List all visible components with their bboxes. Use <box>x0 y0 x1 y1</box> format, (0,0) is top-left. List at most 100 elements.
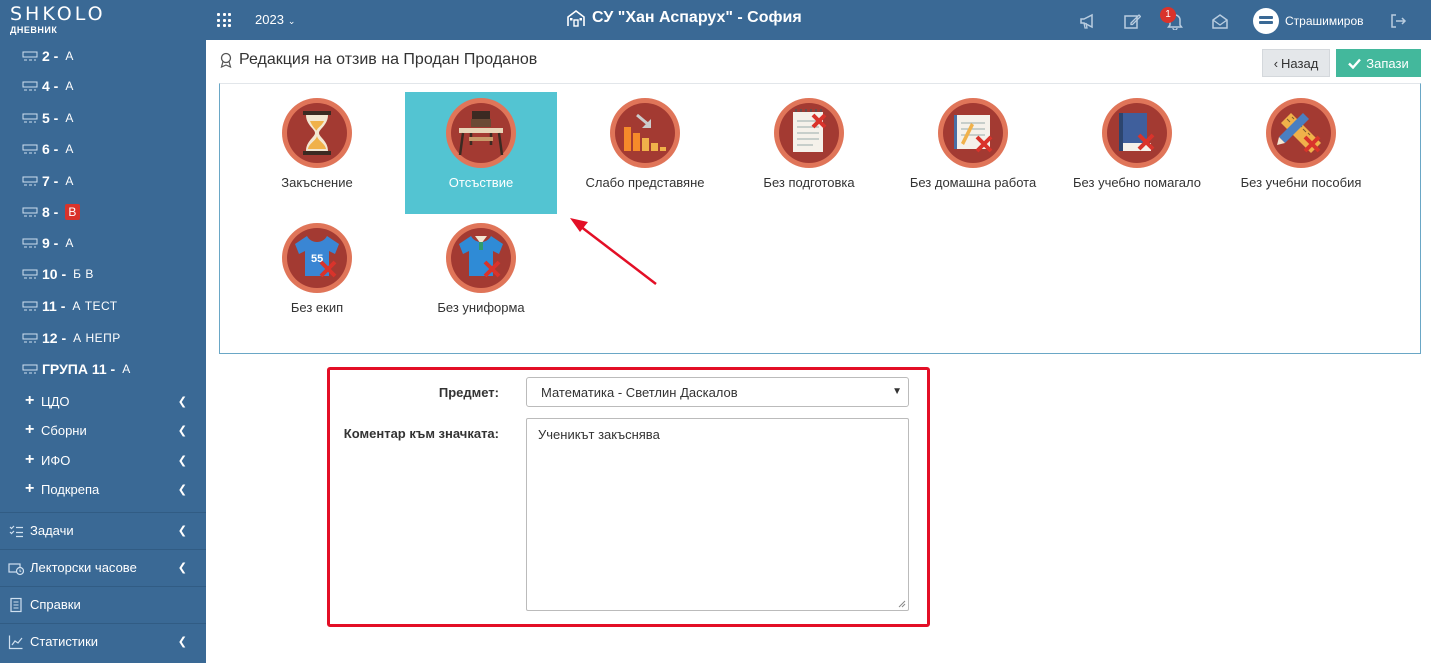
apps-grid-icon[interactable] <box>217 13 231 27</box>
class-section[interactable]: А <box>65 174 74 188</box>
sidebar-group-cdo[interactable]: + ЦДО ❮ <box>25 387 195 415</box>
annotation-arrow <box>570 218 657 285</box>
declining-chart-icon <box>610 98 680 168</box>
page-title-text: Редакция на отзив на Продан Проданов <box>239 51 538 68</box>
sidebar-item-statistics[interactable]: Статистики ❮ <box>0 623 206 659</box>
sidebar: 2 - А 4 - А 5 - А 6 - А 7 - А 8 - В 9 - … <box>0 40 206 663</box>
sidebar-class-7[interactable]: 7 - А <box>22 167 74 195</box>
edit-icon[interactable] <box>1123 12 1141 30</box>
user-menu[interactable]: Страшимиров <box>1253 8 1364 34</box>
notepad-cross-icon <box>774 98 844 168</box>
empty-desk-icon <box>446 98 516 168</box>
sidebar-class-12[interactable]: 12 - А НЕПР <box>22 324 121 352</box>
classroom-icon <box>22 333 38 343</box>
avatar <box>1253 8 1279 34</box>
resize-grip-icon[interactable] <box>898 600 906 608</box>
sidebar-class-11[interactable]: 11 - А ТЕСТ <box>22 292 118 320</box>
badge-card-no-textbook[interactable]: Без учебно помагало <box>1061 92 1213 214</box>
classroom-icon <box>22 207 38 217</box>
chevron-left-icon: ❮ <box>177 424 187 437</box>
badge-card-late[interactable]: Закъснение <box>241 92 393 214</box>
class-section[interactable]: Б В <box>73 267 94 281</box>
sidebar-item-reports[interactable]: Справки <box>0 586 206 622</box>
classroom-icon <box>22 81 38 91</box>
classroom-icon <box>22 238 38 248</box>
classroom-icon <box>22 301 38 311</box>
lecture-hours-icon <box>8 562 24 575</box>
sidebar-class-9[interactable]: 9 - А <box>22 229 74 257</box>
task-list-icon <box>9 525 23 537</box>
document-icon <box>10 597 22 612</box>
school-name: СУ "Хан Аспарух" - София <box>592 9 802 26</box>
badge-label: Без екип <box>290 300 344 315</box>
sidebar-group-11[interactable]: ГРУПА 11 - А <box>22 355 131 383</box>
sidebar-item-lecture-hours[interactable]: Лекторски часове ❮ <box>0 549 206 585</box>
year-selector[interactable]: 2023 ⌄ <box>255 12 295 27</box>
group-label: ИФО <box>41 452 71 468</box>
brand-sub: ДНЕВНИК <box>10 25 58 35</box>
class-section-active[interactable]: В <box>65 204 80 220</box>
sidebar-group-podkrepa[interactable]: + Подкрепа ❮ <box>25 475 195 503</box>
sidebar-class-8[interactable]: 8 - В <box>22 198 80 226</box>
class-number: 10 - <box>42 266 67 282</box>
sidebar-item-tasks[interactable]: Задачи ❮ <box>0 512 206 548</box>
subject-select[interactable]: Математика - Светлин Даскалов ▼ <box>526 377 909 407</box>
sidebar-class-10[interactable]: 10 - Б В <box>22 260 94 288</box>
comment-label: Коментар към значката: <box>343 426 499 441</box>
class-section[interactable]: А <box>65 142 74 156</box>
badge-card-absence[interactable]: Отсъствие <box>405 92 557 214</box>
badge-card-no-sports-kit[interactable]: 55 Без екип <box>241 217 393 339</box>
year-value: 2023 <box>255 12 284 27</box>
badge-label: Закъснение <box>281 175 353 190</box>
user-name: Страшимиров <box>1285 14 1364 28</box>
badge-card-no-supplies[interactable]: Без учебни пособия <box>1225 92 1377 214</box>
megaphone-icon[interactable] <box>1079 12 1097 30</box>
checkmark-icon <box>1348 58 1362 69</box>
classroom-icon <box>22 144 38 154</box>
top-bar: SHKOLO ДНЕВНИК 2023 ⌄ СУ "Хан Аспарух" - … <box>0 0 1431 40</box>
sidebar-group-sborni[interactable]: + Сборни ❮ <box>25 416 195 444</box>
logout-icon[interactable] <box>1389 12 1407 30</box>
badge-card-poor-performance[interactable]: Слабо представяне <box>569 92 721 214</box>
classroom-icon <box>22 113 38 123</box>
class-section[interactable]: А <box>122 362 131 376</box>
class-section[interactable]: А ТЕСТ <box>72 299 117 313</box>
sidebar-class-6[interactable]: 6 - А <box>22 135 74 163</box>
chevron-left-icon: ❮ <box>177 562 187 574</box>
badge-card-no-preparation[interactable]: Без подготовка <box>733 92 885 214</box>
envelope-icon[interactable] <box>1211 12 1229 30</box>
chevron-down-icon: ▼ <box>892 386 902 397</box>
book-cross-icon <box>1102 98 1172 168</box>
sidebar-class-2[interactable]: 2 - А <box>22 42 74 70</box>
badge-label: Без учебно помагало <box>1073 175 1201 190</box>
class-section[interactable]: А <box>65 111 74 125</box>
brand-logo[interactable]: SHKOLO ДНЕВНИК <box>10 4 170 38</box>
class-section[interactable]: А <box>65 236 74 250</box>
sports-shirt-cross-icon: 55 <box>282 223 352 293</box>
back-button-label: Назад <box>1281 55 1319 71</box>
badge-card-no-homework[interactable]: Без домашна работа <box>897 92 1049 214</box>
class-section[interactable]: А НЕПР <box>73 331 121 345</box>
badge-label: Без подготовка <box>763 175 855 190</box>
badge-card-no-uniform[interactable]: Без униформа <box>405 217 557 339</box>
sidebar-class-4[interactable]: 4 - А <box>22 72 74 100</box>
sidebar-class-5[interactable]: 5 - А <box>22 104 74 132</box>
school-building-icon <box>567 10 585 27</box>
class-section[interactable]: А <box>65 79 74 93</box>
class-section[interactable]: А <box>65 49 74 63</box>
save-button[interactable]: Запази <box>1336 49 1421 77</box>
comment-textarea[interactable]: Ученикът закъснява <box>526 418 909 611</box>
badge-selection-panel: Закъснение Отсъствие Слабо представяне Б… <box>219 83 1421 354</box>
notification-count-badge: 1 <box>1160 7 1176 23</box>
chevron-left-icon: ❮ <box>177 636 187 648</box>
chevron-left-icon: ❮ <box>177 525 187 537</box>
award-icon <box>220 52 232 68</box>
chevron-left-icon: ❮ <box>177 395 187 408</box>
classroom-icon <box>22 364 38 374</box>
homework-cross-icon <box>938 98 1008 168</box>
menu-label: Задачи <box>30 523 74 538</box>
badge-label: Без учебни пособия <box>1240 175 1362 190</box>
sidebar-group-ifo[interactable]: + ИФО ❮ <box>25 446 195 474</box>
back-button[interactable]: ‹ Назад <box>1262 49 1330 77</box>
group-label: ЦДО <box>41 393 70 409</box>
